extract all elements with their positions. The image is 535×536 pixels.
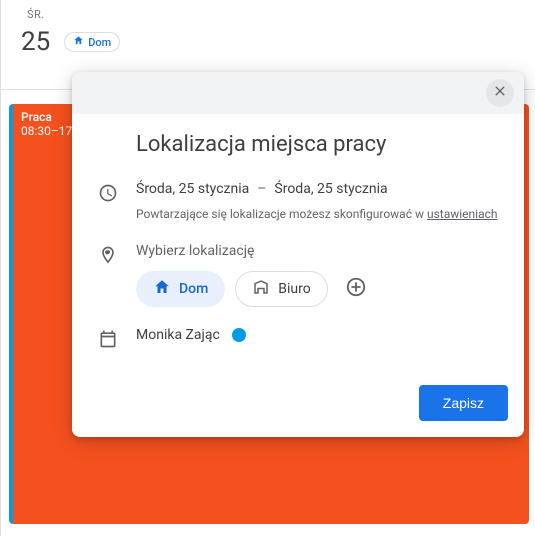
hint-text: Powtarzające się lokalizacje możesz skon…	[136, 207, 427, 221]
working-location-dialog: Lokalizacja miejsca pracy Środa, 25 styc…	[72, 72, 524, 437]
owner-name: Monika Zając	[136, 327, 220, 343]
location-pin-icon	[98, 245, 118, 265]
settings-link[interactable]: ustawieniach	[427, 207, 498, 221]
dialog-title: Lokalizacja miejsca pracy	[136, 132, 498, 157]
close-icon	[492, 83, 508, 103]
option-label: Dom	[179, 281, 208, 297]
date-start: Środa, 25 stycznia	[136, 181, 249, 197]
day-number[interactable]: 25	[21, 27, 50, 57]
clock-icon	[98, 183, 118, 203]
calendar-owner-row[interactable]: Monika Zając	[136, 327, 498, 343]
calendar-icon	[98, 329, 118, 349]
date-range[interactable]: Środa, 25 stycznia – Środa, 25 stycznia	[136, 181, 498, 197]
office-icon	[252, 278, 270, 300]
close-button[interactable]	[486, 79, 514, 107]
location-option-home[interactable]: Dom	[136, 271, 225, 307]
chip-label: Dom	[88, 36, 111, 49]
working-location-chip[interactable]: Dom	[64, 32, 120, 52]
home-icon	[153, 278, 171, 300]
dialog-header	[72, 72, 524, 114]
recurrence-hint: Powtarzające się lokalizacje możesz skon…	[136, 205, 498, 223]
location-option-office[interactable]: Biuro	[235, 271, 327, 307]
weekday-label: ŚR.	[27, 8, 515, 21]
save-button[interactable]: Zapisz	[419, 385, 508, 421]
add-location-button[interactable]	[338, 271, 374, 307]
plus-circle-icon	[345, 276, 367, 302]
home-icon	[73, 35, 84, 49]
option-label: Biuro	[278, 281, 310, 297]
date-dash: –	[257, 181, 266, 197]
location-options: Dom Biuro	[136, 271, 498, 307]
date-end: Środa, 25 stycznia	[274, 181, 387, 197]
calendar-color-dot	[232, 328, 246, 342]
choose-location-label: Wybierz lokalizację	[136, 243, 498, 259]
